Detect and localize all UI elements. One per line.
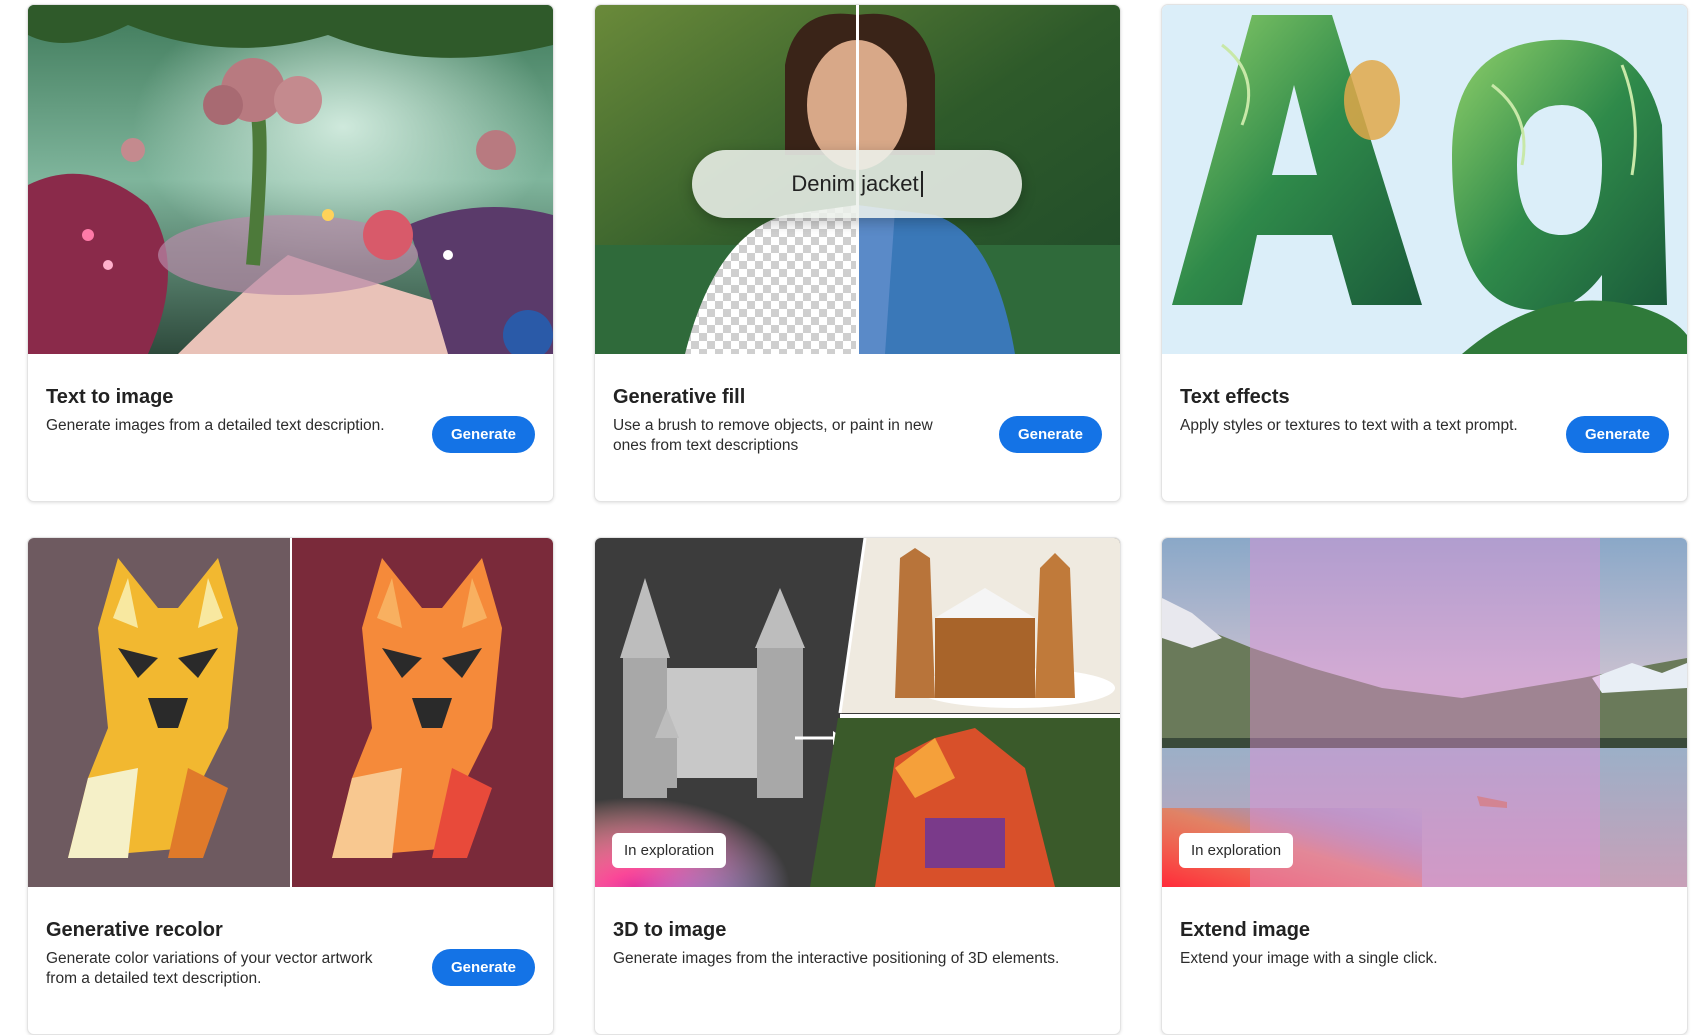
card-generative-fill[interactable]: Denim jacket Generative fill Use a brush… [594,4,1121,502]
card-extend-image[interactable]: In exploration Extend image Extend your … [1161,537,1688,1035]
generate-button[interactable]: Generate [1565,416,1669,453]
in-exploration-badge: In exploration [1179,833,1294,868]
card-title: Text effects [1180,386,1290,408]
card-description: Generate images from a detailed text des… [46,417,385,434]
prompt-text: Denim jacket [791,171,919,196]
card-3d-to-image[interactable]: In exploration 3D to image Generate imag… [594,537,1121,1035]
card-text-to-image[interactable]: Text to image Generate images from a det… [27,4,554,502]
fantasy-garden-image [28,5,553,354]
generate-button[interactable]: Generate [998,416,1102,453]
card-description: Generate images from the interactive pos… [613,950,1060,967]
generate-button[interactable]: Generate [431,416,535,453]
card-title: Generative fill [613,386,746,408]
prompt-input[interactable]: Denim jacket [692,150,1022,218]
generative-fill-portrait-image: Denim jacket [595,5,1120,354]
leaf-letters-image [1162,5,1687,354]
card-description: Generate color variations of your vector… [46,950,373,987]
card-description: Apply styles or textures to text with a … [1180,417,1518,434]
card-text-effects[interactable]: Text effects Apply styles or textures to… [1161,4,1688,502]
dog-recolor-image [28,538,553,887]
card-description: Use a brush to remove objects, or paint … [613,417,933,454]
card-title: Generative recolor [46,919,223,941]
card-title: 3D to image [613,919,727,941]
card-description: Extend your image with a single click. [1180,950,1438,967]
generate-button[interactable]: Generate [431,949,535,986]
3d-castle-image: In exploration [595,538,1120,887]
in-exploration-badge: In exploration [612,833,727,868]
card-title: Text to image [46,386,174,408]
extended-lake-image: In exploration [1162,538,1687,887]
card-title: Extend image [1180,919,1311,941]
text-caret [920,171,923,197]
card-generative-recolor[interactable]: Generative recolor Generate color variat… [27,537,554,1035]
